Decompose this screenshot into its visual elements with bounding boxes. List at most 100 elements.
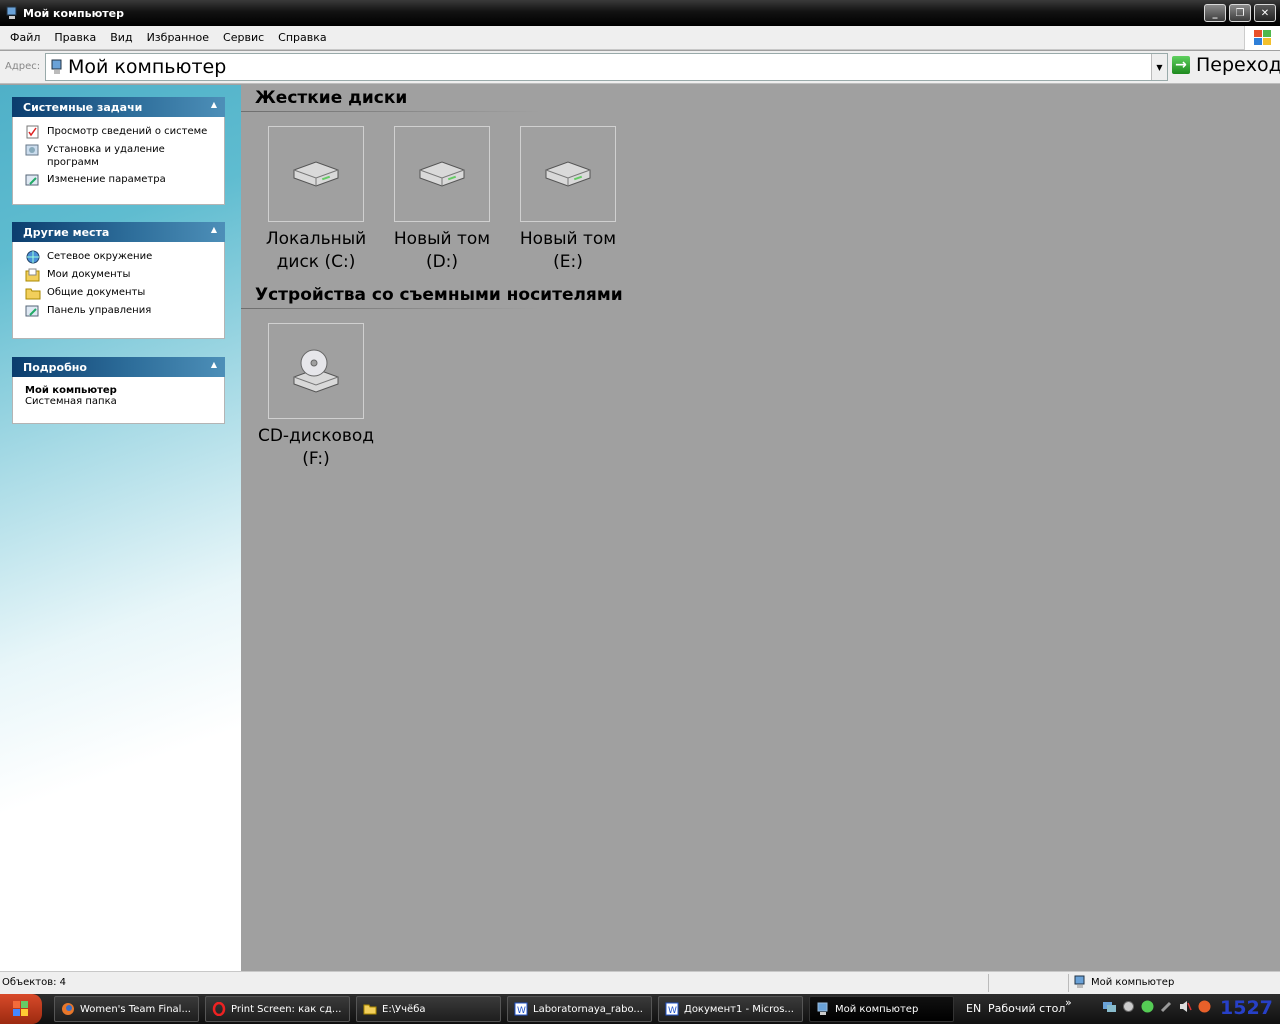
volume-icon[interactable]	[1178, 999, 1193, 1014]
windows-flag-icon	[1254, 30, 1271, 45]
svg-text:W: W	[517, 1006, 526, 1016]
place-network[interactable]: Сетевое окружение	[25, 250, 216, 264]
menu-favorites[interactable]: Избранное	[140, 31, 216, 44]
menu-tools[interactable]: Сервис	[216, 31, 271, 44]
system-tray	[1102, 999, 1212, 1014]
place-my-documents[interactable]: Мои документы	[25, 268, 216, 282]
drive-c[interactable]: Локальный диск (C:)	[251, 126, 381, 274]
collapse-icon[interactable]: ▲	[211, 225, 217, 234]
chevron-right-icon[interactable]: »	[1065, 996, 1072, 1009]
cd-drive-icon	[293, 349, 339, 393]
system-tasks-title: Системные задачи	[23, 100, 143, 114]
group-divider	[241, 111, 541, 112]
desktop-toolbar[interactable]: Рабочий стол	[988, 1002, 1065, 1015]
other-places-header[interactable]: Другие места ▲	[12, 222, 225, 242]
place-label: Общие документы	[47, 287, 146, 298]
windows-flag-icon	[13, 1001, 28, 1016]
tools-tray-icon[interactable]	[1159, 999, 1174, 1014]
system-tasks-header[interactable]: Системные задачи ▲	[12, 97, 225, 117]
drive-icon-box	[520, 126, 616, 222]
drive-label-line1: Новый том	[393, 229, 491, 249]
details-type: Системная папка	[25, 396, 117, 407]
drive-label-line1: Локальный	[265, 229, 367, 249]
taskbar-button-word-doc[interactable]: W Документ1 - Micros...	[658, 996, 803, 1022]
status-location: Мой компьютер	[1091, 976, 1175, 988]
place-shared-documents[interactable]: Общие документы	[25, 286, 216, 300]
details-name: Мой компьютер	[25, 385, 117, 396]
other-places-panel: Другие места ▲ Сетевое окружение Мои доку…	[12, 222, 225, 339]
control-panel-icon	[25, 305, 39, 317]
drive-label-line2: (F:)	[302, 449, 330, 469]
computer-icon	[6, 6, 17, 19]
content-area: Жесткие диски Локальный диск (C:) Новый т…	[241, 85, 1280, 971]
menu-help[interactable]: Справка	[271, 31, 333, 44]
task-view-system-info[interactable]: Просмотр сведений о системе	[25, 125, 216, 139]
task-label: Просмотр сведений о системе	[47, 126, 208, 137]
taskbar-button-folder[interactable]: E:\Учёба	[356, 996, 501, 1022]
hard-drive-icon	[293, 161, 339, 187]
computer-icon	[817, 1002, 828, 1015]
collapse-icon[interactable]: ▲	[211, 360, 217, 369]
menu-edit[interactable]: Правка	[47, 31, 103, 44]
taskbar-button-word-lab[interactable]: W Laboratornaya_rabo...	[507, 996, 652, 1022]
window-title: Мой компьютер	[23, 6, 125, 20]
settings-tray-icon[interactable]	[1121, 999, 1136, 1014]
drive-label-line2: (D:)	[425, 252, 459, 272]
drive-label-line1: CD-дисковод	[257, 426, 375, 446]
maximize-button[interactable]: ❐	[1229, 4, 1251, 22]
antivirus-tray-icon[interactable]	[1197, 999, 1212, 1014]
menu-file[interactable]: Файл	[3, 31, 47, 44]
network-icon	[26, 250, 40, 264]
taskbar-button-label: Документ1 - Micros...	[684, 1003, 794, 1015]
menu-view[interactable]: Вид	[103, 31, 139, 44]
group-header-hard-drives: Жесткие диски	[255, 88, 408, 108]
drive-label-line2: диск (C:)	[276, 252, 356, 272]
svg-text:W: W	[668, 1006, 677, 1016]
place-control-panel[interactable]: Панель управления	[25, 304, 216, 318]
details-header[interactable]: Подробно ▲	[12, 357, 225, 377]
minimize-button[interactable]: _	[1204, 4, 1226, 22]
place-label: Мои документы	[47, 269, 131, 280]
system-info-icon	[26, 125, 39, 139]
taskbar-button-my-computer[interactable]: Мой компьютер	[809, 996, 954, 1022]
address-dropdown-button[interactable]: ▼	[1151, 54, 1167, 80]
windows-logo	[1244, 26, 1280, 50]
drive-icon-box	[268, 323, 364, 419]
drive-icon-box	[268, 126, 364, 222]
go-arrow-icon: →	[1172, 56, 1190, 74]
taskbar-button-firefox[interactable]: Women's Team Final...	[54, 996, 199, 1022]
computer-icon	[1074, 975, 1085, 988]
close-button[interactable]: ✕	[1254, 4, 1276, 22]
word-icon: W	[665, 1002, 679, 1016]
language-indicator[interactable]: EN	[966, 1002, 981, 1015]
go-label: Переход	[1196, 54, 1280, 76]
folder-icon	[25, 288, 41, 300]
word-icon: W	[514, 1002, 528, 1016]
messenger-tray-icon[interactable]	[1140, 999, 1155, 1014]
address-input[interactable]: Мой компьютер ▼	[45, 53, 1168, 81]
group-header-removable: Устройства со съемными носителями	[255, 285, 623, 305]
drive-f[interactable]: CD-дисковод (F:)	[251, 323, 381, 471]
drive-d[interactable]: Новый том (D:)	[377, 126, 507, 274]
taskbar-button-label: E:\Учёба	[382, 1003, 426, 1015]
system-tasks-panel: Системные задачи ▲ Просмотр сведений о си…	[12, 97, 225, 205]
firefox-icon	[62, 1003, 74, 1015]
place-label: Сетевое окружение	[47, 251, 153, 262]
taskbar-button-opera[interactable]: Print Screen: как сд...	[205, 996, 350, 1022]
start-button[interactable]	[0, 994, 42, 1024]
address-bar: Адрес: Мой компьютер ▼ → Переход	[0, 51, 1280, 84]
address-value: Мой компьютер	[68, 56, 227, 78]
task-add-remove-programs[interactable]: Установка и удаление программ	[25, 143, 216, 169]
task-change-setting[interactable]: Изменение параметра	[25, 173, 216, 187]
computer-icon	[51, 59, 62, 74]
task-pane: Системные задачи ▲ Просмотр сведений о си…	[0, 85, 241, 971]
clock[interactable]: 1527	[1220, 997, 1273, 1019]
drive-e[interactable]: Новый том (E:)	[503, 126, 633, 274]
place-label: Панель управления	[47, 305, 152, 316]
network-tray-icon[interactable]	[1102, 999, 1117, 1014]
collapse-icon[interactable]: ▲	[211, 100, 217, 109]
go-button[interactable]: → Переход	[1172, 54, 1280, 76]
group-divider	[241, 308, 541, 309]
hard-drive-icon	[419, 161, 465, 187]
title-bar[interactable]: Мой компьютер _ ❐ ✕	[0, 0, 1280, 26]
